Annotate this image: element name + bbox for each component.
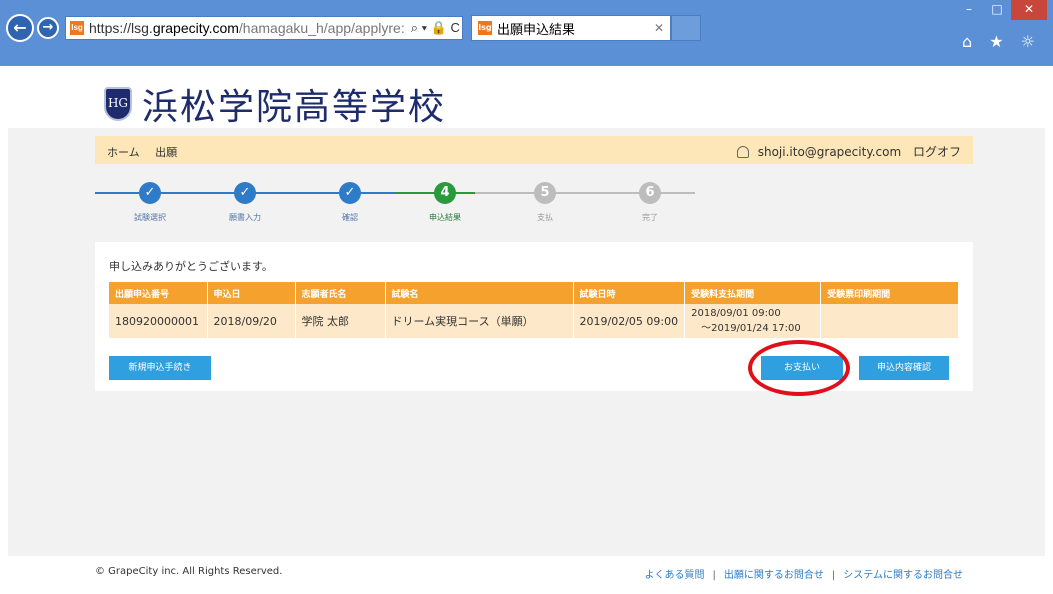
check-icon: ✓ [139,182,161,204]
tab-close-icon[interactable]: ✕ [654,21,664,35]
check-icon: ✓ [234,182,256,204]
step-label: 確認 [342,213,358,222]
url-path: /hamagaku_h/app/applyre: [238,20,405,36]
footer-links: よくある質問 | 出願に関するお問合せ | システムに関するお問合せ [645,566,963,581]
payment-period: 2018/09/01 09:00 ～2019/01/24 17:00 [684,304,822,338]
step-6: 6 完了 [610,182,690,223]
tab-title: 出願申込結果 [497,22,576,38]
print-period [820,304,959,338]
top-navbar: ホーム 出願 shoji.ito@grapecity.com ログオフ [95,136,973,164]
step-3: ✓ 確認 [310,182,390,223]
logoff-link[interactable]: ログオフ [913,145,961,159]
school-name: 浜松学院高等学校 [142,87,447,128]
column-header: 志願者氏名 [295,282,386,304]
application-table: 出願申込番号 申込日 志願者氏名 試験名 試験日時 受験料支払期間 受験票印刷期… [109,282,959,338]
application-number: 180920000001 [109,304,208,338]
user-area: shoji.ito@grapecity.com ログオフ [736,143,961,160]
thanks-message: 申し込みありがとうございます。 [109,260,273,273]
browser-tools-icons[interactable]: ⌂ ★ ☼ [962,32,1041,51]
confirm-application-button[interactable]: 申込内容確認 [859,356,949,380]
application-date: 2018/09/20 [207,304,296,338]
applicant-name: 学院 太郎 [295,304,386,338]
result-card: 申し込みありがとうございます。 出願申込番号 申込日 志願者氏名 試験名 試験日… [95,242,973,396]
red-highlight-circle [748,340,850,396]
step-label: 試験選択 [134,213,166,222]
tab-favicon-icon: lsg [478,21,492,35]
new-application-button[interactable]: 新規申込手続き [109,356,211,380]
nav-apply-link[interactable]: 出願 [155,146,177,159]
column-header: 試験名 [385,282,574,304]
url-host: grapecity.com [152,20,239,36]
exam-datetime: 2019/02/05 09:00 [573,304,686,338]
new-tab-button[interactable] [671,15,701,41]
column-header: 申込日 [207,282,296,304]
step-number: 6 [639,182,661,204]
user-icon [736,146,749,158]
step-4: 4 申込結果 [405,182,485,223]
browser-tab[interactable]: lsg 出願申込結果 ✕ [471,15,671,41]
footer-separator: | [831,570,836,581]
close-icon[interactable]: ✕ [1011,0,1047,20]
step-5: 5 支払 [505,182,585,223]
step-1: ✓ 試験選択 [110,182,190,223]
browser-nav-row: ← → lsg https://lsg. grapecity.com/hamaga… [6,14,701,42]
step-label: 支払 [537,213,553,222]
school-logo[interactable]: HG 浜松学院高等学校 [104,78,446,130]
step-label: 完了 [642,213,658,222]
maximize-icon[interactable]: □ [983,0,1011,20]
user-email: shoji.ito@grapecity.com [757,145,902,159]
main-area: ホーム 出願 shoji.ito@grapecity.com ログオフ ✓ 試験… [8,128,1045,556]
step-label: 願書入力 [229,213,261,222]
step-2: ✓ 願書入力 [205,182,285,223]
step-number: 4 [434,182,456,204]
payment-period-end: ～2019/01/24 17:00 [701,323,801,334]
step-number: 5 [534,182,556,204]
system-inquiry-link[interactable]: システムに関するお問合せ [843,570,963,581]
copyright: © GrapeCity inc. All Rights Reserved. [95,566,283,577]
site-header: HG 浜松学院高等学校 [8,66,1045,128]
address-bar-actions-icon[interactable]: ⌕ ▾ 🔒 C [405,20,460,36]
table-header-row: 出願申込番号 申込日 志願者氏名 試験名 試験日時 受験料支払期間 受験票印刷期… [109,282,959,304]
site-footer: © GrapeCity inc. All Rights Reserved. よく… [8,556,1045,586]
footer-separator: | [712,570,716,581]
breadcrumb: ホーム 出願 [107,144,189,160]
column-header: 受験票印刷期間 [820,282,959,304]
column-header: 受験料支払期間 [684,282,822,304]
exam-name: ドリーム実現コース（単願） [385,304,574,338]
url-prefix: https://lsg. [89,20,153,36]
back-arrow-icon[interactable]: ← [6,14,34,42]
step-label: 申込結果 [429,213,461,222]
column-header: 試験日時 [573,282,686,304]
address-bar[interactable]: lsg https://lsg. grapecity.com/hamagaku_h… [65,16,463,40]
nav-home-link[interactable]: ホーム [107,146,140,159]
progress-steps: ✓ 試験選択 ✓ 願書入力 ✓ 確認 4 申込結果 5 支払 6 完了 [95,176,715,236]
page: HG 浜松学院高等学校 ホーム 出願 shoji.ito@grapecity.c… [8,66,1045,586]
minimize-icon[interactable]: – [955,0,983,20]
browser-chrome: – □ ✕ ← → lsg https://lsg. grapecity.com /… [0,0,1053,66]
payment-period-start: 2018/09/01 09:00 [691,308,781,319]
window-controls: – □ ✕ [955,0,1047,20]
application-inquiry-link[interactable]: 出願に関するお問合せ [724,570,824,581]
table-row: 180920000001 2018/09/20 学院 太郎 ドリーム実現コース（… [109,304,959,338]
forward-arrow-icon[interactable]: → [37,17,59,39]
faq-link[interactable]: よくある質問 [645,570,705,581]
column-header: 出願申込番号 [109,282,208,304]
site-favicon-icon: lsg [70,21,84,35]
school-crest-icon: HG [104,87,132,121]
check-icon: ✓ [339,182,361,204]
